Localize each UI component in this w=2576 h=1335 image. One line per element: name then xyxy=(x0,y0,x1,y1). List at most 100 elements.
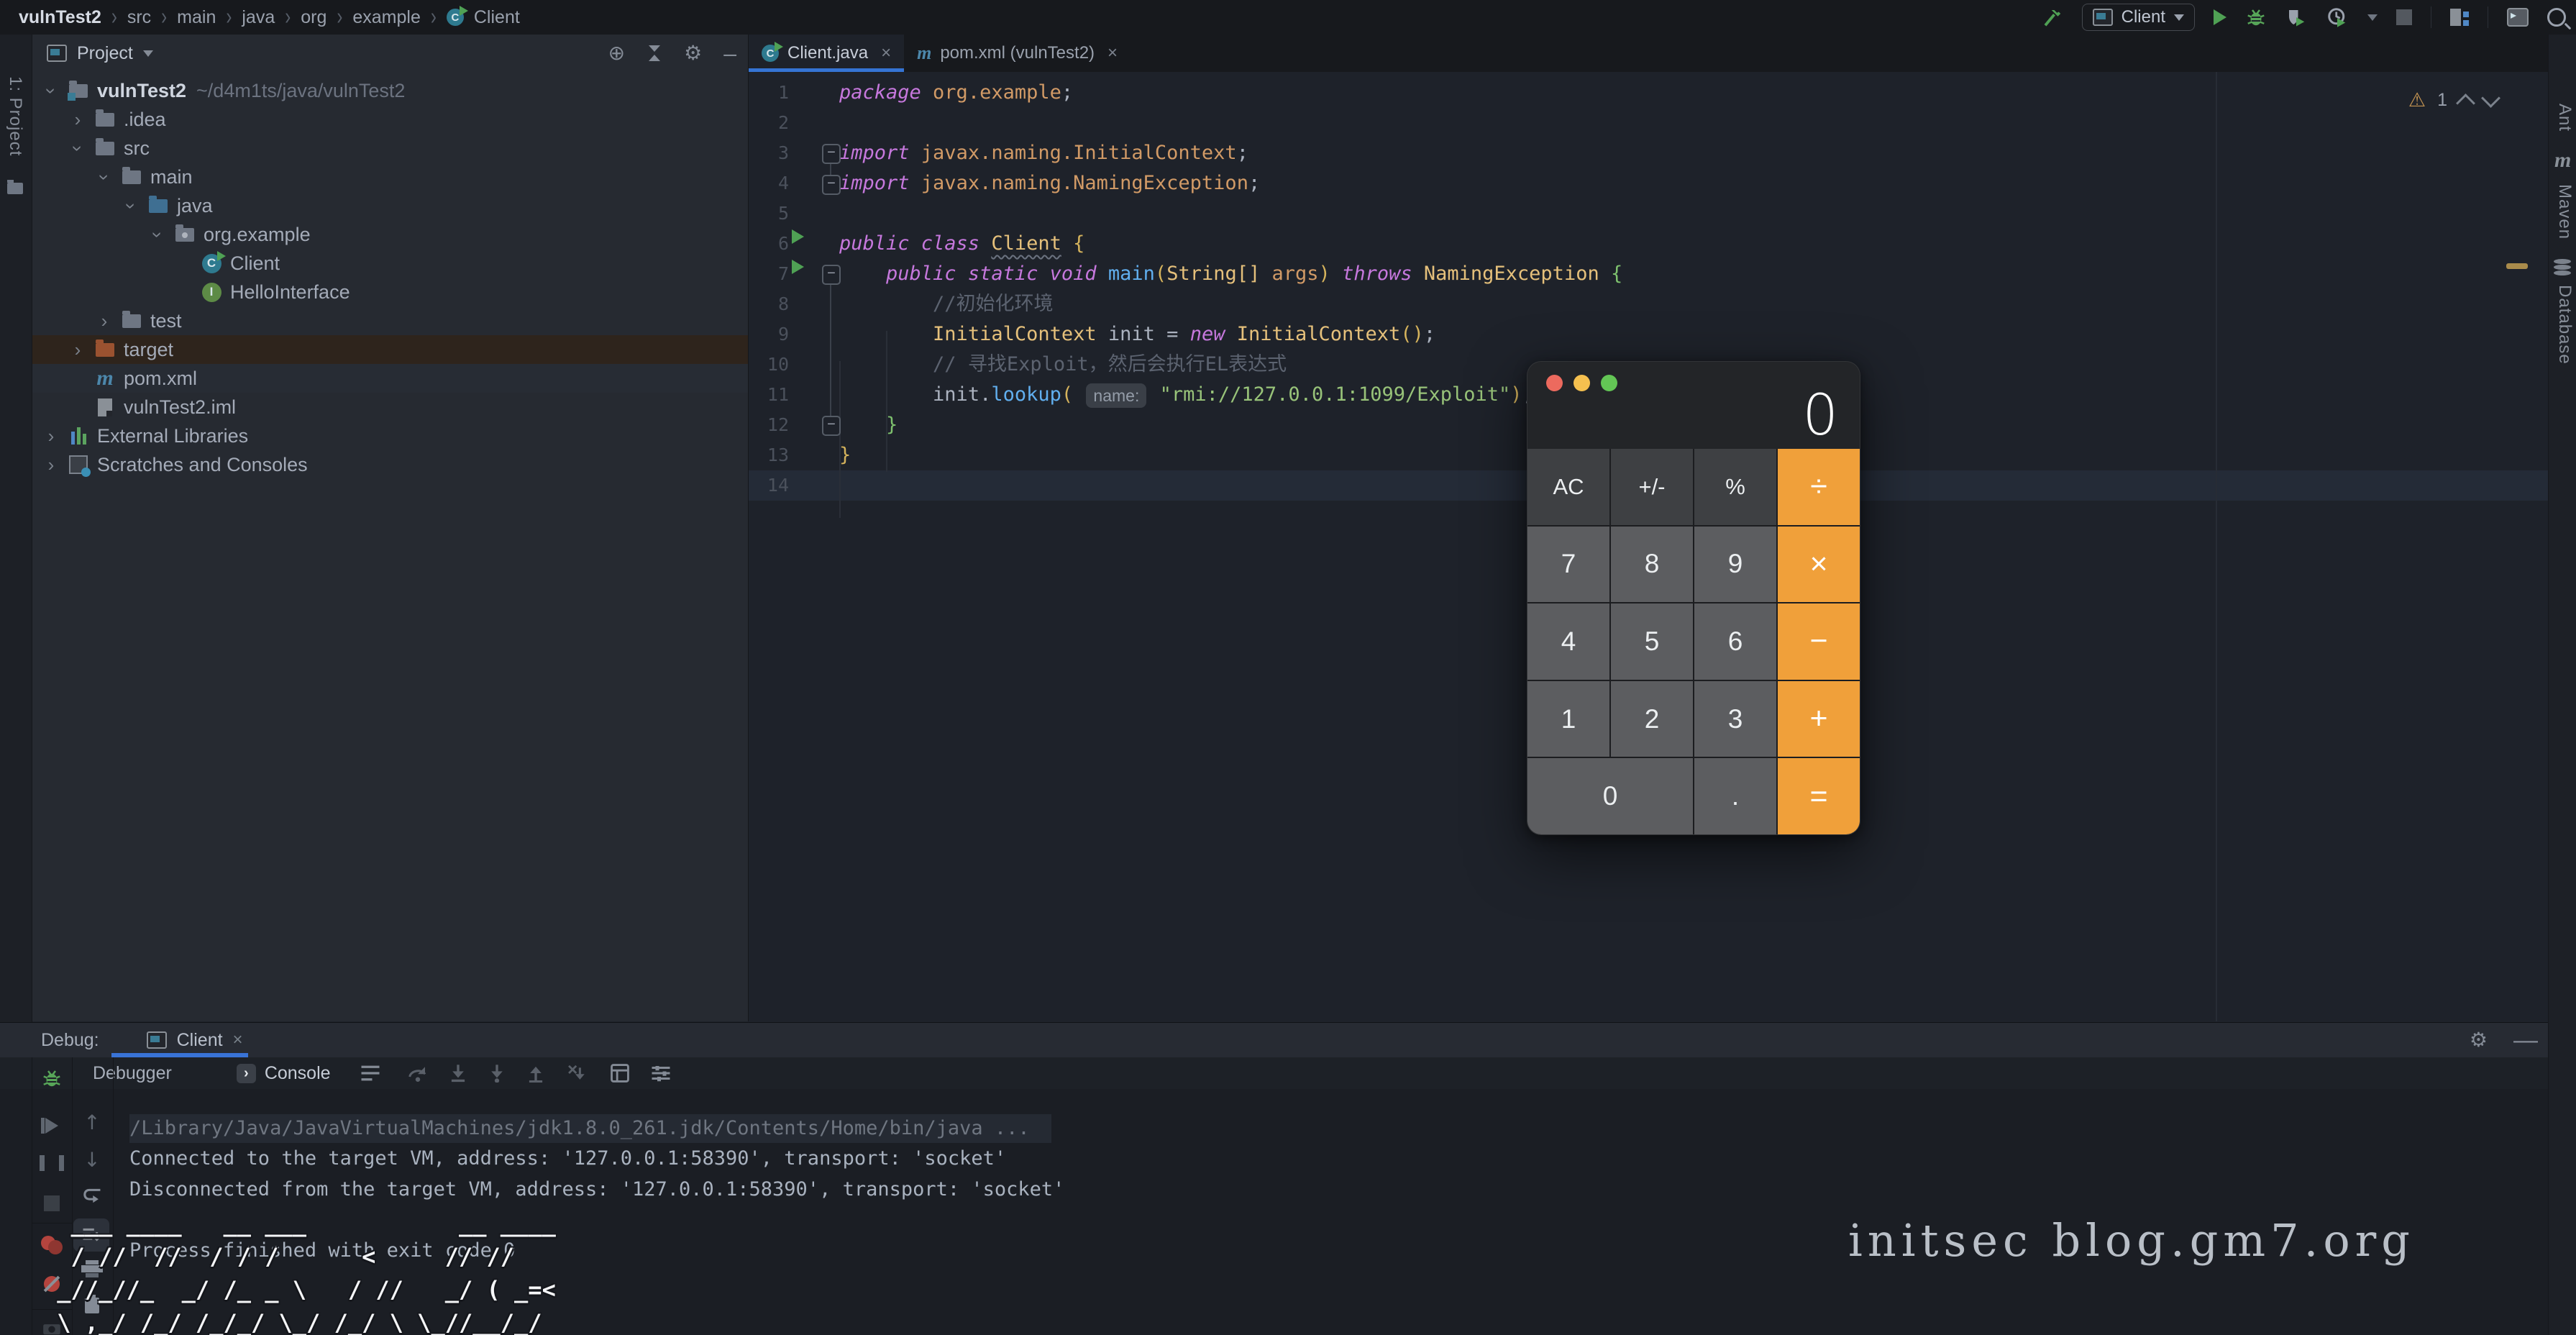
calc-key-ac[interactable]: AC xyxy=(1527,449,1609,525)
calc-key-[interactable]: +/- xyxy=(1611,449,1693,525)
stripe-project-label[interactable]: 1: Project xyxy=(5,76,25,156)
calc-key-7[interactable]: 7 xyxy=(1527,527,1609,603)
calc-key-3[interactable]: 3 xyxy=(1694,681,1776,757)
calc-key-[interactable]: . xyxy=(1694,758,1776,834)
calc-key-[interactable]: × xyxy=(1778,527,1860,603)
force-step-into-icon[interactable] xyxy=(488,1064,506,1083)
resume-icon[interactable] xyxy=(32,1118,72,1134)
stripe-ant-label[interactable]: Ant xyxy=(2554,104,2575,132)
fold-marker[interactable]: − xyxy=(822,265,841,285)
calc-key-[interactable]: − xyxy=(1778,603,1860,680)
calc-key-[interactable]: + xyxy=(1778,681,1860,757)
gear-icon[interactable]: ⚙ xyxy=(684,43,702,63)
collapse-all-icon[interactable] xyxy=(647,45,662,61)
run-button[interactable] xyxy=(2214,9,2226,25)
tree-item-main[interactable]: ›main xyxy=(32,163,748,191)
settings-filter-icon[interactable] xyxy=(650,1064,672,1083)
coverage-button[interactable] xyxy=(2285,6,2307,28)
tree-item-vulntest2[interactable]: ›vulnTest2~/d4m1ts/java/vulnTest2 xyxy=(32,76,748,105)
terminal-icon[interactable] xyxy=(2507,8,2529,27)
debug-button[interactable] xyxy=(2245,6,2267,28)
calc-key-[interactable]: ÷ xyxy=(1778,449,1860,525)
chevron-icon[interactable]: › xyxy=(120,199,142,213)
chevron-icon[interactable]: › xyxy=(40,83,63,98)
profiler-chevron-icon[interactable] xyxy=(2367,14,2378,21)
chevron-icon[interactable]: › xyxy=(70,109,85,131)
chevron-icon[interactable]: › xyxy=(44,454,58,476)
run-config-select[interactable]: Client xyxy=(2082,4,2195,31)
breadcrumb-item[interactable]: java xyxy=(242,7,275,28)
hide-panel-icon[interactable]: – xyxy=(723,42,736,65)
step-over-icon[interactable] xyxy=(407,1064,429,1083)
breadcrumb-item[interactable]: Client xyxy=(474,7,520,28)
breadcrumb-item[interactable]: org xyxy=(301,7,326,28)
fold-marker[interactable]: − xyxy=(822,175,841,195)
profiler-button[interactable] xyxy=(2326,6,2349,28)
tree-item-src[interactable]: ›src xyxy=(32,134,748,163)
chevron-down-icon[interactable] xyxy=(143,50,153,57)
stop-button[interactable] xyxy=(2396,9,2412,25)
calculator-window[interactable]: 0 AC+/-%÷789×456−123+0.= xyxy=(1527,361,1860,835)
close-icon[interactable]: × xyxy=(233,1030,243,1050)
project-structure-icon[interactable] xyxy=(2450,9,2469,26)
chevron-icon[interactable]: › xyxy=(44,425,58,447)
rerun-debug-icon[interactable] xyxy=(32,1067,72,1089)
calc-key-8[interactable]: 8 xyxy=(1611,527,1693,603)
calc-key-9[interactable]: 9 xyxy=(1694,527,1776,603)
calc-key-1[interactable]: 1 xyxy=(1527,681,1609,757)
tab-pom-xml-vulntest2-[interactable]: mpom.xml (vulnTest2)× xyxy=(904,35,1131,72)
tab-console[interactable]: › Console xyxy=(237,1057,331,1089)
debug-session-tab[interactable]: Client × xyxy=(147,1023,243,1057)
scroll-up-icon[interactable]: ↑ xyxy=(72,1111,112,1134)
tree-item-client[interactable]: CClient xyxy=(32,249,748,278)
calc-key-[interactable]: % xyxy=(1694,449,1776,525)
tree-item-external-libraries[interactable]: ›External Libraries xyxy=(32,422,748,450)
search-icon[interactable] xyxy=(2547,8,2566,27)
breadcrumb[interactable]: vulnTest2›src›main›java›org›example›CCli… xyxy=(19,7,520,28)
stripe-maven-label[interactable]: Maven xyxy=(2554,184,2575,240)
chevron-icon[interactable]: › xyxy=(67,141,89,155)
calc-key-5[interactable]: 5 xyxy=(1611,603,1693,680)
calc-key-4[interactable]: 4 xyxy=(1527,603,1609,680)
tab-debugger[interactable]: Debugger xyxy=(93,1057,172,1089)
project-panel-title[interactable]: Project xyxy=(77,43,133,64)
close-icon[interactable]: × xyxy=(1107,43,1118,63)
step-into-icon[interactable] xyxy=(449,1064,467,1083)
chevron-icon[interactable]: › xyxy=(93,170,116,184)
tree-item-java[interactable]: ›java xyxy=(32,191,748,220)
fold-marker[interactable]: − xyxy=(822,144,841,164)
soft-wrap-icon[interactable] xyxy=(360,1064,381,1083)
tree-item-pom-xml[interactable]: mpom.xml xyxy=(32,364,748,393)
step-out-icon[interactable] xyxy=(526,1064,545,1083)
breadcrumb-item[interactable]: main xyxy=(177,7,216,28)
project-stripe-folder-icon[interactable] xyxy=(7,183,23,194)
breadcrumb-item[interactable]: vulnTest2 xyxy=(19,7,101,28)
tree-item-hellointerface[interactable]: IHelloInterface xyxy=(32,278,748,306)
pause-icon[interactable] xyxy=(32,1155,72,1171)
build-hammer-icon[interactable] xyxy=(2042,6,2063,28)
tree-item-vulntest2-iml[interactable]: vulnTest2.iml xyxy=(32,393,748,422)
locate-icon[interactable]: ⊕ xyxy=(608,43,625,63)
chevron-icon[interactable]: › xyxy=(70,339,85,361)
database-stripe-icon[interactable] xyxy=(2554,259,2571,276)
tree-item-test[interactable]: ›test xyxy=(32,306,748,335)
hide-panel-icon[interactable]: — xyxy=(2513,1028,2538,1052)
close-icon[interactable]: × xyxy=(881,43,891,63)
calc-key-0[interactable]: 0 xyxy=(1527,758,1693,834)
tree-item--idea[interactable]: ›.idea xyxy=(32,105,748,134)
drop-frame-icon[interactable] xyxy=(565,1064,585,1083)
calc-key-[interactable]: = xyxy=(1778,758,1860,834)
chevron-icon[interactable]: › xyxy=(97,310,111,332)
tree-item-target[interactable]: ›target xyxy=(32,335,748,364)
maven-stripe-icon[interactable]: m xyxy=(2554,148,2571,173)
calc-key-2[interactable]: 2 xyxy=(1611,681,1693,757)
stripe-database-label[interactable]: Database xyxy=(2554,285,2575,365)
tree-item-scratches-and-consoles[interactable]: ›Scratches and Consoles xyxy=(32,450,748,479)
calc-key-6[interactable]: 6 xyxy=(1694,603,1776,680)
tree-item-org-example[interactable]: ›org.example xyxy=(32,220,748,249)
evaluate-expression-icon[interactable] xyxy=(610,1063,630,1083)
gear-icon[interactable]: ⚙ xyxy=(2470,1030,2488,1050)
scroll-down-icon[interactable]: ↓ xyxy=(72,1148,112,1172)
breadcrumb-item[interactable]: src xyxy=(127,7,151,28)
fold-marker[interactable]: − xyxy=(822,416,841,436)
